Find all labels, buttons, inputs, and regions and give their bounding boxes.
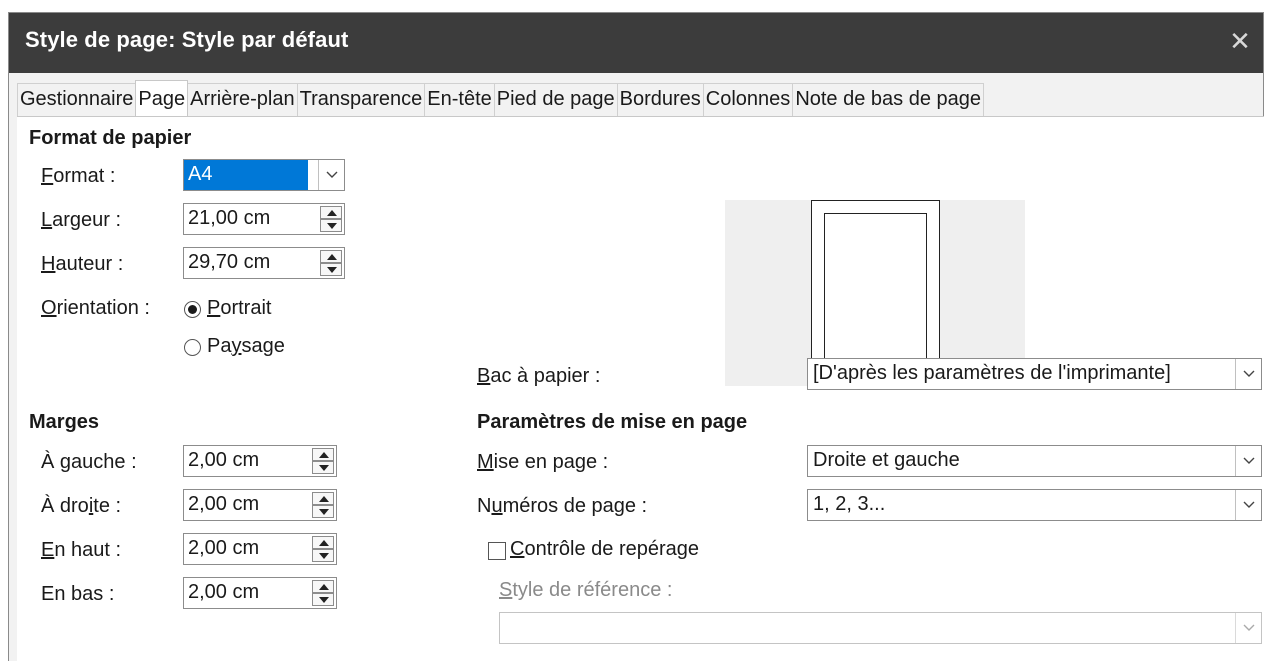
paper-tray-dropdown-button[interactable] bbox=[1235, 359, 1261, 389]
tab-note-de-bas-de-page[interactable]: Note de bas de page bbox=[792, 83, 985, 116]
register-true-label[interactable]: Contrôle de repérage bbox=[510, 538, 699, 561]
orientation-label: Orientation : bbox=[41, 297, 150, 319]
tab-transparence[interactable]: Transparence bbox=[296, 83, 426, 116]
height-decrement-button[interactable] bbox=[320, 263, 342, 276]
margin-left-spinfield[interactable]: 2,00 cm bbox=[183, 445, 337, 477]
margin-left-spin-buttons[interactable] bbox=[312, 448, 334, 474]
format-select[interactable]: A4 bbox=[183, 159, 345, 191]
tab-gestionnaire[interactable]: Gestionnaire bbox=[17, 83, 137, 116]
margin-bottom-label: En bas : bbox=[41, 583, 115, 605]
margin-bottom-decrement-button[interactable] bbox=[312, 593, 334, 606]
margins-heading: Marges bbox=[29, 411, 100, 433]
format-value: A4 bbox=[184, 160, 308, 190]
arrow-down-icon bbox=[319, 509, 329, 515]
width-value: 21,00 cm bbox=[188, 207, 271, 229]
tab-en-tete[interactable]: En-tête bbox=[424, 83, 495, 116]
dialog-title: Style de page: Style par défaut bbox=[25, 27, 349, 52]
tab-colonnes[interactable]: Colonnes bbox=[702, 83, 794, 116]
margin-left-value: 2,00 cm bbox=[188, 449, 260, 471]
arrow-down-icon bbox=[327, 267, 337, 273]
close-button[interactable]: ✕ bbox=[1217, 13, 1263, 73]
page-style-dialog: Style de page: Style par défaut ✕ Gestio… bbox=[8, 12, 1264, 661]
page-tab-panel: Format de papier Format : A4 Largeur : 2… bbox=[17, 116, 1264, 661]
format-dropdown-button[interactable] bbox=[318, 160, 344, 190]
chevron-down-icon bbox=[1243, 457, 1255, 464]
width-spinfield[interactable]: 21,00 cm bbox=[183, 203, 345, 235]
height-increment-button[interactable] bbox=[320, 250, 342, 263]
margin-top-spinfield[interactable]: 2,00 cm bbox=[183, 533, 337, 565]
page-layout-label: Mise en page : bbox=[477, 451, 609, 473]
margin-left-label: À gauche : bbox=[41, 451, 137, 473]
margin-bottom-spin-buttons[interactable] bbox=[312, 580, 334, 606]
chevron-down-icon bbox=[1243, 370, 1255, 377]
margin-bottom-value: 2,00 cm bbox=[188, 581, 260, 603]
format-label: Format : bbox=[41, 165, 116, 187]
register-true-checkbox[interactable] bbox=[488, 542, 506, 560]
width-decrement-button[interactable] bbox=[320, 219, 342, 232]
portrait-label[interactable]: Portrait bbox=[207, 297, 271, 320]
arrow-up-icon bbox=[319, 496, 329, 502]
chevron-down-icon bbox=[1243, 501, 1255, 508]
height-spin-buttons[interactable] bbox=[320, 250, 342, 276]
paper-tray-value: [D'après les paramètres de l'imprimante] bbox=[813, 362, 1171, 384]
margin-left-increment-button[interactable] bbox=[312, 448, 334, 461]
page-layout-value: Droite et gauche bbox=[813, 449, 960, 471]
tab-page[interactable]: Page bbox=[135, 80, 189, 116]
margin-bottom-increment-button[interactable] bbox=[312, 580, 334, 593]
arrow-down-icon bbox=[327, 223, 337, 229]
margin-top-spin-buttons[interactable] bbox=[312, 536, 334, 562]
arrow-up-icon bbox=[319, 452, 329, 458]
reference-style-label: Style de référence : bbox=[499, 579, 673, 601]
tab-arriere-plan[interactable]: Arrière-plan bbox=[187, 83, 298, 116]
chevron-down-icon bbox=[326, 171, 338, 178]
reference-style-dropdown-button[interactable] bbox=[1235, 613, 1261, 643]
width-label: Largeur : bbox=[41, 209, 122, 231]
margin-top-decrement-button[interactable] bbox=[312, 549, 334, 562]
margin-right-decrement-button[interactable] bbox=[312, 505, 334, 518]
height-label: Hauteur : bbox=[41, 253, 124, 275]
portrait-radio[interactable] bbox=[184, 301, 201, 318]
arrow-up-icon bbox=[319, 540, 329, 546]
page-numbers-value: 1, 2, 3... bbox=[813, 493, 886, 515]
page-numbers-dropdown-button[interactable] bbox=[1235, 490, 1261, 520]
margin-right-value: 2,00 cm bbox=[188, 493, 260, 515]
width-increment-button[interactable] bbox=[320, 206, 342, 219]
width-spin-buttons[interactable] bbox=[320, 206, 342, 232]
paper-format-heading: Format de papier bbox=[29, 127, 192, 149]
margin-right-spinfield[interactable]: 2,00 cm bbox=[183, 489, 337, 521]
paper-tray-label: Bac à papier : bbox=[477, 365, 601, 387]
title-bar: Style de page: Style par défaut ✕ bbox=[9, 13, 1263, 73]
dialog-body: Gestionnaire Page Arrière-plan Transpare… bbox=[9, 73, 1264, 661]
layout-settings-heading: Paramètres de mise en page bbox=[477, 411, 748, 433]
page-numbers-label: Numéros de page : bbox=[477, 495, 648, 517]
margin-right-spin-buttons[interactable] bbox=[312, 492, 334, 518]
page-preview-text-area bbox=[824, 213, 927, 363]
page-numbers-select[interactable]: 1, 2, 3... bbox=[807, 489, 1262, 521]
margin-top-label: En haut : bbox=[41, 539, 122, 561]
arrow-down-icon bbox=[319, 553, 329, 559]
arrow-up-icon bbox=[327, 210, 337, 216]
height-value: 29,70 cm bbox=[188, 251, 271, 273]
margin-bottom-spinfield[interactable]: 2,00 cm bbox=[183, 577, 337, 609]
arrow-up-icon bbox=[327, 254, 337, 260]
page-layout-dropdown-button[interactable] bbox=[1235, 446, 1261, 476]
margin-top-increment-button[interactable] bbox=[312, 536, 334, 549]
arrow-down-icon bbox=[319, 465, 329, 471]
margin-left-decrement-button[interactable] bbox=[312, 461, 334, 474]
paper-tray-select[interactable]: [D'après les paramètres de l'imprimante] bbox=[807, 358, 1262, 390]
margin-right-increment-button[interactable] bbox=[312, 492, 334, 505]
height-spinfield[interactable]: 29,70 cm bbox=[183, 247, 345, 279]
tab-bar: Gestionnaire Page Arrière-plan Transpare… bbox=[17, 80, 985, 116]
tab-bordures[interactable]: Bordures bbox=[616, 83, 704, 116]
margin-top-value: 2,00 cm bbox=[188, 537, 260, 559]
arrow-down-icon bbox=[319, 597, 329, 603]
reference-style-select[interactable] bbox=[499, 612, 1262, 644]
landscape-radio[interactable] bbox=[184, 339, 201, 356]
arrow-up-icon bbox=[319, 584, 329, 590]
landscape-label[interactable]: Paysage bbox=[207, 335, 285, 358]
page-layout-select[interactable]: Droite et gauche bbox=[807, 445, 1262, 477]
chevron-down-icon bbox=[1243, 624, 1255, 631]
margin-right-label: À droite : bbox=[41, 495, 122, 517]
tab-pied-de-page[interactable]: Pied de page bbox=[493, 83, 618, 116]
